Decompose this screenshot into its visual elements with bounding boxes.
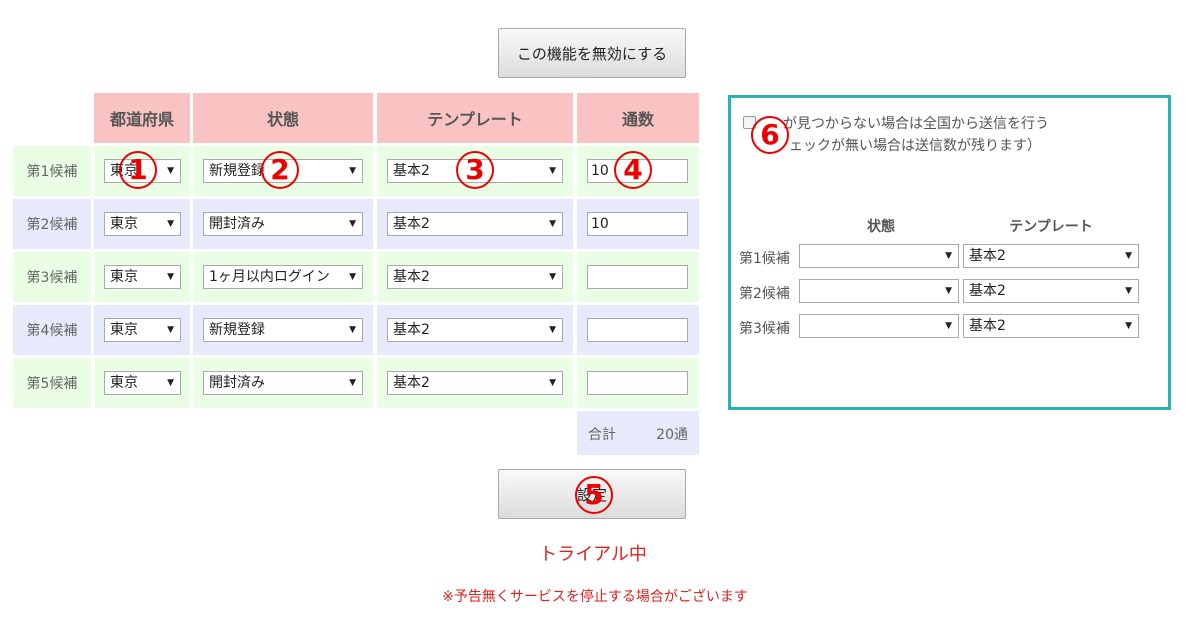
chevron-down-icon: ▼ xyxy=(349,272,356,282)
chevron-down-icon: ▼ xyxy=(349,378,356,388)
select-value: 新規登録 xyxy=(209,322,265,338)
header-template: テンプレート xyxy=(377,93,573,143)
chevron-down-icon: ▼ xyxy=(167,272,174,282)
chevron-down-icon: ▼ xyxy=(349,325,356,335)
panel-template-select[interactable]: 基本2 ▼ xyxy=(963,314,1139,338)
count-input[interactable]: 10 xyxy=(587,212,688,236)
select-value: 基本2 xyxy=(969,283,1006,299)
select-value: 基本2 xyxy=(393,163,430,179)
select-value: 基本2 xyxy=(393,269,430,285)
header-state: 状態 xyxy=(193,93,373,143)
select-value: 基本2 xyxy=(969,248,1006,264)
panel-state-select[interactable]: ▼ xyxy=(799,314,959,338)
prefecture-select[interactable]: 東京 ▼ xyxy=(104,318,181,342)
select-value: 東京 xyxy=(110,322,138,338)
checkbox-label: が見つからない場合は全国から送信を行う xyxy=(783,116,1049,132)
panel-state-select[interactable]: ▼ xyxy=(799,279,959,303)
total-label: 合計 xyxy=(588,427,616,443)
panel-header-state: 状態 xyxy=(867,219,895,235)
chevron-down-icon: ▼ xyxy=(549,219,556,229)
annotation-marker-4: 4 xyxy=(614,151,652,189)
chevron-down-icon: ▼ xyxy=(349,219,356,229)
chevron-down-icon: ▼ xyxy=(167,325,174,335)
panel-row-label: 第2候補 xyxy=(739,286,790,302)
panel-template-select[interactable]: 基本2 ▼ xyxy=(963,279,1139,303)
count-input[interactable] xyxy=(587,265,688,289)
chevron-down-icon: ▼ xyxy=(167,166,174,176)
service-notice: ※予告無くサービスを停止する場合がございます xyxy=(442,589,748,605)
panel-template-select[interactable]: 基本2 ▼ xyxy=(963,244,1139,268)
template-select[interactable]: 基本2 ▼ xyxy=(387,265,563,289)
chevron-down-icon: ▼ xyxy=(1125,251,1132,261)
prefecture-select[interactable]: 東京 ▼ xyxy=(104,371,181,395)
select-value: 1ヶ月以内ログイン xyxy=(209,269,330,285)
annotation-marker-2: 2 xyxy=(261,151,299,189)
checkbox-note: ェックが無い場合は送信数が残ります） xyxy=(789,138,1041,154)
select-value: 東京 xyxy=(110,269,138,285)
select-value: 開封済み xyxy=(209,216,265,232)
count-input[interactable] xyxy=(587,318,688,342)
total-cell: 合計 20通 xyxy=(577,411,699,455)
row-label: 第3候補 xyxy=(13,252,91,302)
chevron-down-icon: ▼ xyxy=(549,166,556,176)
state-select[interactable]: 開封済み ▼ xyxy=(203,371,363,395)
total-value: 20通 xyxy=(656,427,688,443)
fallback-panel: が見つからない場合は全国から送信を行う ェックが無い場合は送信数が残ります） 状… xyxy=(728,95,1171,410)
chevron-down-icon: ▼ xyxy=(167,219,174,229)
annotation-marker-1: 1 xyxy=(119,151,157,189)
row-label: 第1候補 xyxy=(13,146,91,196)
state-select[interactable]: 1ヶ月以内ログイン ▼ xyxy=(203,265,363,289)
select-value: 基本2 xyxy=(393,322,430,338)
select-value: 基本2 xyxy=(393,375,430,391)
panel-header-template: テンプレート xyxy=(1009,219,1093,235)
state-select[interactable]: 開封済み ▼ xyxy=(203,212,363,236)
template-select[interactable]: 基本2 ▼ xyxy=(387,318,563,342)
trial-status: トライアル中 xyxy=(539,544,647,565)
select-value: 東京 xyxy=(110,216,138,232)
chevron-down-icon: ▼ xyxy=(945,251,952,261)
panel-state-select[interactable]: ▼ xyxy=(799,244,959,268)
header-count: 通数 xyxy=(577,93,699,143)
select-value: 東京 xyxy=(110,375,138,391)
chevron-down-icon: ▼ xyxy=(945,321,952,331)
annotation-marker-5: 5 xyxy=(575,476,613,514)
annotation-marker-6: 6 xyxy=(751,116,789,154)
select-value: 新規登録 xyxy=(209,163,265,179)
disable-feature-button[interactable]: この機能を無効にする xyxy=(498,28,686,78)
annotation-marker-3: 3 xyxy=(456,151,494,189)
count-input[interactable] xyxy=(587,371,688,395)
select-value: 基本2 xyxy=(969,318,1006,334)
header-prefecture: 都道府県 xyxy=(94,93,190,143)
row-label: 第4候補 xyxy=(13,305,91,355)
chevron-down-icon: ▼ xyxy=(167,378,174,388)
row-label: 第2候補 xyxy=(13,199,91,249)
prefecture-select[interactable]: 東京 ▼ xyxy=(104,212,181,236)
row-label: 第5候補 xyxy=(13,358,91,408)
chevron-down-icon: ▼ xyxy=(1125,286,1132,296)
select-value: 基本2 xyxy=(393,216,430,232)
template-select[interactable]: 基本2 ▼ xyxy=(387,212,563,236)
prefecture-select[interactable]: 東京 ▼ xyxy=(104,265,181,289)
panel-row-label: 第1候補 xyxy=(739,251,790,267)
chevron-down-icon: ▼ xyxy=(1125,321,1132,331)
chevron-down-icon: ▼ xyxy=(349,166,356,176)
chevron-down-icon: ▼ xyxy=(549,325,556,335)
panel-row-label: 第3候補 xyxy=(739,321,790,337)
select-value: 開封済み xyxy=(209,375,265,391)
chevron-down-icon: ▼ xyxy=(549,378,556,388)
template-select[interactable]: 基本2 ▼ xyxy=(387,371,563,395)
chevron-down-icon: ▼ xyxy=(549,272,556,282)
state-select[interactable]: 新規登録 ▼ xyxy=(203,318,363,342)
chevron-down-icon: ▼ xyxy=(945,286,952,296)
